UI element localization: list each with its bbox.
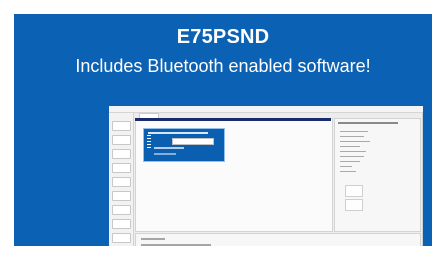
sidebar-button bbox=[112, 135, 131, 145]
promo-banner: E75PSND Includes Bluetooth enabled softw… bbox=[14, 14, 432, 246]
sidebar-button bbox=[112, 121, 131, 131]
popup-line bbox=[154, 153, 176, 155]
right-panel-heading bbox=[338, 122, 398, 124]
sidebar-button bbox=[112, 163, 131, 173]
popup-list-icon bbox=[147, 135, 151, 149]
screenshot-sidebar bbox=[109, 113, 134, 246]
sidebar-button bbox=[112, 191, 131, 201]
sidebar-button bbox=[112, 219, 131, 229]
right-panel-line bbox=[340, 151, 366, 152]
screenshot-menubar bbox=[109, 106, 423, 113]
right-panel-line bbox=[340, 171, 356, 172]
screenshot-header-stripe bbox=[135, 118, 331, 121]
promo-subtitle: Includes Bluetooth enabled software! bbox=[75, 56, 371, 76]
status-line bbox=[141, 244, 211, 246]
right-panel-line bbox=[340, 146, 360, 147]
screenshot-popup bbox=[143, 128, 225, 162]
right-panel-line bbox=[340, 161, 360, 162]
popup-field bbox=[172, 138, 214, 145]
popup-line bbox=[154, 147, 184, 149]
right-panel-line bbox=[340, 166, 352, 167]
right-panel-line bbox=[340, 131, 368, 132]
sidebar-button bbox=[112, 149, 131, 159]
right-panel-line bbox=[340, 156, 364, 157]
screenshot-statusbar bbox=[135, 233, 421, 246]
software-screenshot bbox=[109, 106, 423, 246]
right-panel-line bbox=[340, 136, 364, 137]
right-panel-box bbox=[345, 185, 363, 197]
sidebar-button bbox=[112, 177, 131, 187]
popup-title-bar bbox=[148, 132, 208, 134]
status-line bbox=[141, 238, 165, 240]
sidebar-button bbox=[112, 233, 131, 243]
right-panel-box bbox=[345, 199, 363, 211]
right-panel-line bbox=[340, 141, 370, 142]
product-title: E75PSND bbox=[176, 26, 270, 48]
screenshot-right-panel bbox=[334, 118, 421, 232]
sidebar-button bbox=[112, 205, 131, 215]
